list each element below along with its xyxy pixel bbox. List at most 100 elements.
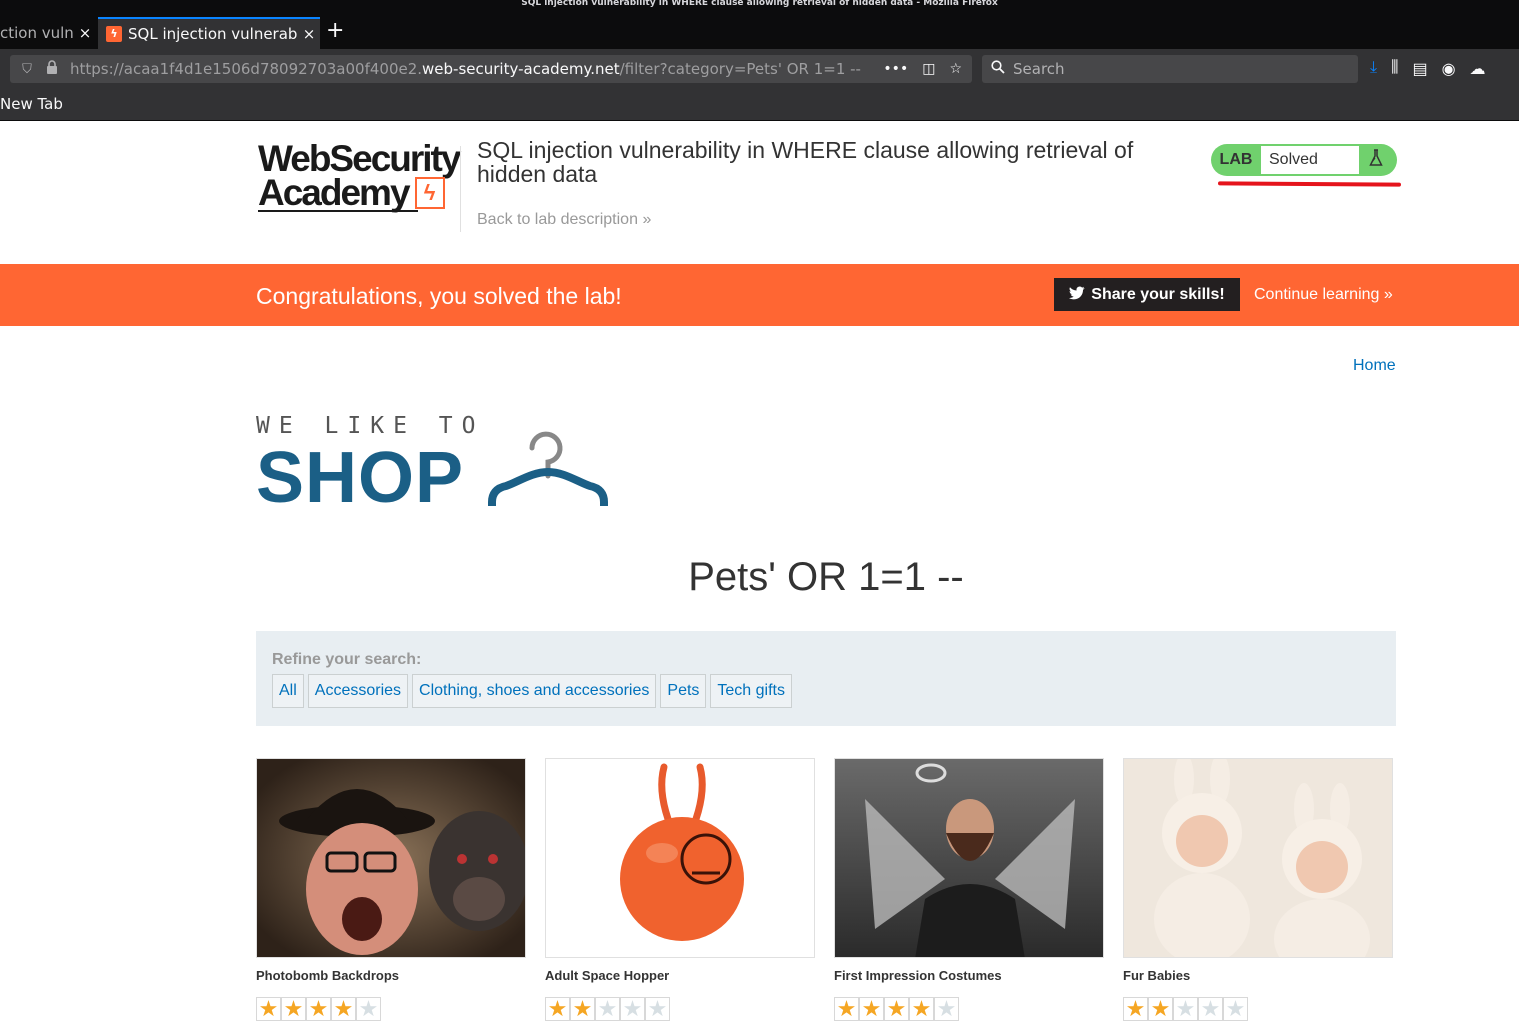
filter-tech-gifts[interactable]: Tech gifts <box>710 674 792 708</box>
navigation-toolbar: ⛉ https://acaa1f4d1e1506d78092703a00f400… <box>0 49 1519 89</box>
product-rating: ★ ★ ★ ★ ★ <box>834 997 1104 1021</box>
chevrons-right-icon: » <box>642 211 652 228</box>
search-icon <box>991 60 1005 78</box>
filter-list: All Accessories Clothing, shoes and acce… <box>272 674 792 708</box>
download-icon[interactable]: ⤓ <box>1370 59 1377 79</box>
product-image-adult-space-hopper[interactable] <box>545 758 815 958</box>
pocket-icon[interactable]: ◫ <box>922 61 935 77</box>
academy-header: WebSecurity Academy ϟ SQL injection vulne… <box>0 122 1519 264</box>
product-image-first-impression-costumes[interactable] <box>834 758 1104 958</box>
star-icon: ★ <box>834 997 859 1021</box>
star-icon: ★ <box>1198 997 1223 1021</box>
filter-accessories[interactable]: Accessories <box>307 674 409 708</box>
new-tab-button[interactable]: + <box>326 19 344 43</box>
search-input[interactable]: Search <box>982 55 1358 83</box>
product-rating: ★ ★ ★ ★ ★ <box>1123 997 1393 1021</box>
solved-notification-banner: Congratulations, you solved the lab! Sha… <box>0 264 1519 326</box>
url-text[interactable]: https://acaa1f4d1e1506d78092703a00f400e2… <box>70 60 870 78</box>
tab-label: SQL injection vulnerabi <box>128 25 298 43</box>
account-icon[interactable]: ◉ <box>1442 59 1456 79</box>
star-icon: ★ <box>281 997 306 1021</box>
star-icon: ★ <box>306 997 331 1021</box>
lightning-bolt-icon: ϟ <box>414 177 445 209</box>
logo-line2: Academy <box>258 172 411 213</box>
url-prefix: https://acaa1f4d1e1506d78092703a00f400e2… <box>70 60 423 78</box>
back-to-lab-description-link[interactable]: Back to lab description » <box>477 211 651 229</box>
star-icon: ★ <box>909 997 934 1021</box>
product-card: Fur Babies ★ ★ ★ ★ ★ <box>1123 758 1393 1021</box>
lab-badge: LAB <box>1219 151 1253 168</box>
twitter-icon <box>1069 286 1085 304</box>
product-card: First Impression Costumes ★ ★ ★ ★ ★ <box>834 758 1104 1021</box>
star-icon: ★ <box>1173 997 1198 1021</box>
star-icon: ★ <box>356 997 381 1021</box>
back-link-label: Back to lab description <box>477 211 638 228</box>
hanger-icon <box>488 431 608 506</box>
lab-title: SQL injection vulnerability in WHERE cla… <box>477 137 1134 187</box>
home-link[interactable]: Home <box>1353 357 1396 375</box>
star-icon: ★ <box>859 997 884 1021</box>
extension-icon[interactable]: ☁ <box>1470 59 1486 79</box>
star-icon: ★ <box>595 997 620 1021</box>
congratulations-message: Congratulations, you solved the lab! <box>256 283 622 309</box>
filter-all[interactable]: All <box>272 674 304 708</box>
bookmark-new-tab[interactable]: New Tab <box>0 95 63 113</box>
continue-learning-link[interactable]: Continue learning » <box>1254 286 1393 304</box>
product-image-fur-babies[interactable] <box>1123 758 1393 958</box>
star-icon: ★ <box>1148 997 1173 1021</box>
url-path: /filter?category=Pets' OR 1=1 -- <box>619 60 861 78</box>
tab-label: ction vuln <box>0 24 74 42</box>
window-title: SQL injection vulnerability in WHERE cla… <box>0 0 1519 9</box>
star-icon: ★ <box>620 997 645 1021</box>
star-icon: ★ <box>570 997 595 1021</box>
product-name: First Impression Costumes <box>834 968 1002 983</box>
page-content: WebSecurity Academy ϟ SQL injection vulne… <box>0 122 1519 1024</box>
share-skills-label: Share your skills! <box>1091 285 1225 303</box>
tab-strip: ction vuln × ϟ SQL injection vulnerabi ×… <box>0 9 1519 49</box>
product-grid: Photobomb Backdrops ★ ★ ★ ★ ★ Adult Space Ho… <box>256 758 1396 1024</box>
product-card: Adult Space Hopper ★ ★ ★ ★ ★ <box>545 758 815 1021</box>
annotation-underline <box>1217 181 1402 187</box>
product-name: Photobomb Backdrops <box>256 968 400 983</box>
we-like-to-shop-logo: WE LIKE TO SHOP <box>256 414 616 518</box>
filter-clothing-shoes-accessories[interactable]: Clothing, shoes and accessories <box>412 674 657 708</box>
bookmark-star-icon[interactable]: ☆ <box>949 61 962 77</box>
product-name: Adult Space Hopper <box>545 968 670 983</box>
star-icon: ★ <box>934 997 959 1021</box>
filter-pets[interactable]: Pets <box>660 674 707 708</box>
portswigger-favicon-icon: ϟ <box>106 26 122 42</box>
continue-learning-label: Continue learning <box>1254 286 1380 303</box>
share-skills-button[interactable]: Share your skills! <box>1054 278 1240 311</box>
product-image-photobomb-backdrops[interactable] <box>256 758 526 958</box>
chevrons-right-icon: » <box>1383 286 1393 303</box>
web-security-academy-logo[interactable]: WebSecurity Academy ϟ <box>258 138 461 213</box>
star-icon: ★ <box>645 997 670 1021</box>
page-actions-more-icon[interactable]: ••• <box>883 61 908 77</box>
sidebar-icon[interactable]: ▤ <box>1412 59 1427 79</box>
product-card: Photobomb Backdrops ★ ★ ★ ★ ★ <box>256 758 526 1021</box>
product-rating: ★ ★ ★ ★ ★ <box>256 997 526 1021</box>
close-icon[interactable]: × <box>74 24 96 42</box>
product-name: Fur Babies <box>1123 968 1191 983</box>
star-icon: ★ <box>884 997 909 1021</box>
tab-previous[interactable]: ction vuln × <box>0 17 96 49</box>
bookmarks-toolbar: New Tab <box>0 89 1519 121</box>
url-bar[interactable]: ⛉ https://acaa1f4d1e1506d78092703a00f400… <box>10 55 972 83</box>
lab-status-widget: LAB Solved <box>1211 144 1397 176</box>
refine-search-label: Refine your search: <box>272 651 422 668</box>
tracking-protection-shield-icon[interactable]: ⛉ <box>19 62 35 77</box>
filter-panel: Refine your search: All Accessories Clot… <box>256 631 1396 726</box>
star-icon: ★ <box>256 997 281 1021</box>
tab-current[interactable]: ϟ SQL injection vulnerabi × <box>98 17 320 49</box>
close-icon[interactable]: × <box>298 25 320 43</box>
logo-line1: WebSecurity <box>258 138 461 179</box>
library-icon[interactable]: ⫼ <box>1391 59 1398 79</box>
flask-icon <box>1359 148 1393 172</box>
header-divider <box>460 146 461 232</box>
star-icon: ★ <box>1223 997 1248 1021</box>
lock-icon[interactable] <box>44 60 60 78</box>
url-domain: web-security-academy.net <box>422 60 620 78</box>
star-icon: ★ <box>545 997 570 1021</box>
product-rating: ★ ★ ★ ★ ★ <box>545 997 815 1021</box>
logo-underline <box>258 210 418 212</box>
